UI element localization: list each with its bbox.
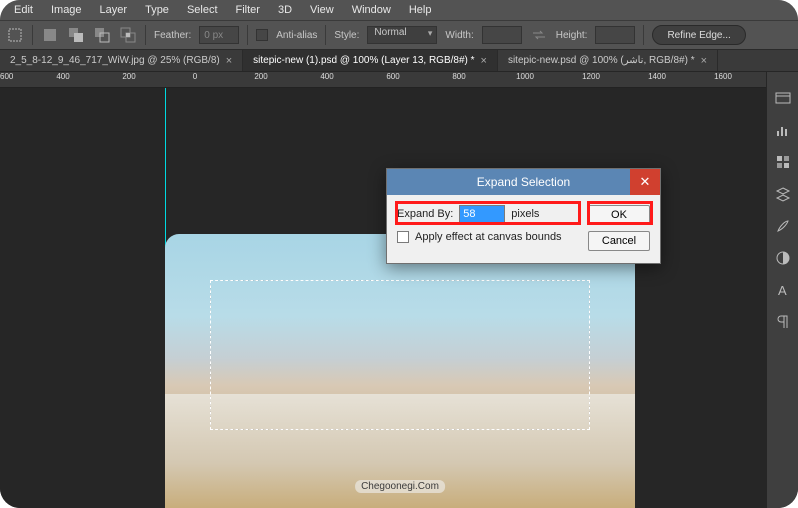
- paragraph-icon[interactable]: [773, 312, 793, 332]
- expand-selection-dialog: Expand Selection ✕ Expand By: pixels App…: [386, 168, 661, 264]
- menu-type[interactable]: Type: [137, 2, 177, 18]
- selection-new-icon[interactable]: [41, 26, 59, 44]
- menubar: Edit Image Layer Type Select Filter 3D V…: [0, 0, 798, 20]
- ruler-tick: 0: [162, 72, 228, 87]
- ruler-tick: 1000: [492, 72, 558, 87]
- style-select[interactable]: Normal: [367, 26, 437, 44]
- swatches-icon[interactable]: [773, 152, 793, 172]
- collapsed-panels: A: [766, 72, 798, 508]
- separator: [247, 25, 248, 45]
- separator: [32, 25, 33, 45]
- style-label: Style:: [334, 30, 359, 41]
- ruler-tick: 1200: [558, 72, 624, 87]
- selection-subtract-icon[interactable]: [93, 26, 111, 44]
- refine-edge-button[interactable]: Refine Edge...: [652, 25, 745, 45]
- menu-3d[interactable]: 3D: [270, 2, 300, 18]
- workspace: 600 400 200 0 200 400 600 800 1000 1200 …: [0, 72, 798, 508]
- app-frame: Edit Image Layer Type Select Filter 3D V…: [0, 0, 798, 508]
- selection-intersect-icon[interactable]: [119, 26, 137, 44]
- tab-close-icon[interactable]: ×: [481, 55, 487, 67]
- feather-input[interactable]: [199, 26, 239, 44]
- separator: [643, 25, 644, 45]
- dialog-close-button[interactable]: ✕: [630, 169, 660, 195]
- tab-doc-1[interactable]: 2_5_8-12_9_46_717_WiW.jpg @ 25% (RGB/8) …: [0, 50, 243, 71]
- ruler-tick: 400: [294, 72, 360, 87]
- ruler-tick: 200: [96, 72, 162, 87]
- width-label: Width:: [445, 30, 473, 41]
- feather-label: Feather:: [154, 30, 191, 41]
- menu-select[interactable]: Select: [179, 2, 226, 18]
- ruler-tick: 600: [360, 72, 426, 87]
- dialog-body: Expand By: pixels Apply effect at canvas…: [387, 195, 660, 263]
- brush-icon[interactable]: [773, 216, 793, 236]
- tab-close-icon[interactable]: ×: [226, 55, 232, 67]
- apply-at-bounds-checkbox[interactable]: [397, 231, 409, 243]
- type-icon[interactable]: A: [773, 280, 793, 300]
- separator: [145, 25, 146, 45]
- panel-icon[interactable]: [773, 88, 793, 108]
- ruler-tick: 800: [426, 72, 492, 87]
- ruler-tick: 400: [30, 72, 96, 87]
- ruler-horizontal[interactable]: 600 400 200 0 200 400 600 800 1000 1200 …: [0, 72, 766, 88]
- watermark-text: Chegoonegi.Com: [355, 480, 445, 493]
- svg-text:A: A: [778, 283, 787, 298]
- height-input: [595, 26, 635, 44]
- antialias-label: Anti-alias: [276, 30, 317, 41]
- width-input: [482, 26, 522, 44]
- menu-filter[interactable]: Filter: [228, 2, 268, 18]
- tab-doc-3[interactable]: sitepic-new.psd @ 100% (ناشر, RGB/8#) * …: [498, 50, 718, 71]
- ruler-tick: 1400: [624, 72, 690, 87]
- document-tabs: 2_5_8-12_9_46_717_WiW.jpg @ 25% (RGB/8) …: [0, 50, 798, 72]
- tab-doc-2[interactable]: sitepic-new (1).psd @ 100% (Layer 13, RG…: [243, 50, 498, 71]
- canvas-image: Chegoonegi.Com: [165, 234, 635, 508]
- menu-window[interactable]: Window: [344, 2, 399, 18]
- marquee-tool-icon[interactable]: [6, 26, 24, 44]
- menu-image[interactable]: Image: [43, 2, 90, 18]
- menu-view[interactable]: View: [302, 2, 342, 18]
- options-bar: Feather: Anti-alias Style: Normal Width:…: [0, 20, 798, 50]
- height-label: Height:: [556, 30, 588, 41]
- ruler-tick: 200: [228, 72, 294, 87]
- houses-illustration: [165, 234, 635, 508]
- adjustments-icon[interactable]: [773, 248, 793, 268]
- tab-label: sitepic-new.psd @ 100% (ناشر, RGB/8#) *: [508, 55, 695, 66]
- apply-at-bounds-label: Apply effect at canvas bounds: [415, 231, 562, 243]
- tab-close-icon[interactable]: ×: [701, 55, 707, 67]
- dialog-titlebar[interactable]: Expand Selection ✕: [387, 169, 660, 195]
- histogram-icon[interactable]: [773, 120, 793, 140]
- cancel-button[interactable]: Cancel: [588, 231, 650, 251]
- ruler-tick: 600: [0, 72, 30, 87]
- ok-button[interactable]: OK: [588, 205, 650, 225]
- expand-by-label: Expand By:: [397, 208, 453, 220]
- layers-icon[interactable]: [773, 184, 793, 204]
- canvas[interactable]: Chegoonegi.Com: [0, 88, 766, 508]
- ruler-tick: 1600: [690, 72, 756, 87]
- swap-dimensions-icon: [530, 26, 548, 44]
- antialias-checkbox: [256, 29, 268, 41]
- tab-label: 2_5_8-12_9_46_717_WiW.jpg @ 25% (RGB/8): [10, 55, 220, 66]
- dialog-title: Expand Selection: [477, 175, 570, 189]
- menu-edit[interactable]: Edit: [6, 2, 41, 18]
- menu-help[interactable]: Help: [401, 2, 440, 18]
- selection-add-icon[interactable]: [67, 26, 85, 44]
- separator: [325, 25, 326, 45]
- tab-label: sitepic-new (1).psd @ 100% (Layer 13, RG…: [253, 55, 474, 66]
- menu-layer[interactable]: Layer: [92, 2, 136, 18]
- expand-by-unit: pixels: [511, 208, 539, 220]
- expand-by-input[interactable]: [459, 205, 505, 223]
